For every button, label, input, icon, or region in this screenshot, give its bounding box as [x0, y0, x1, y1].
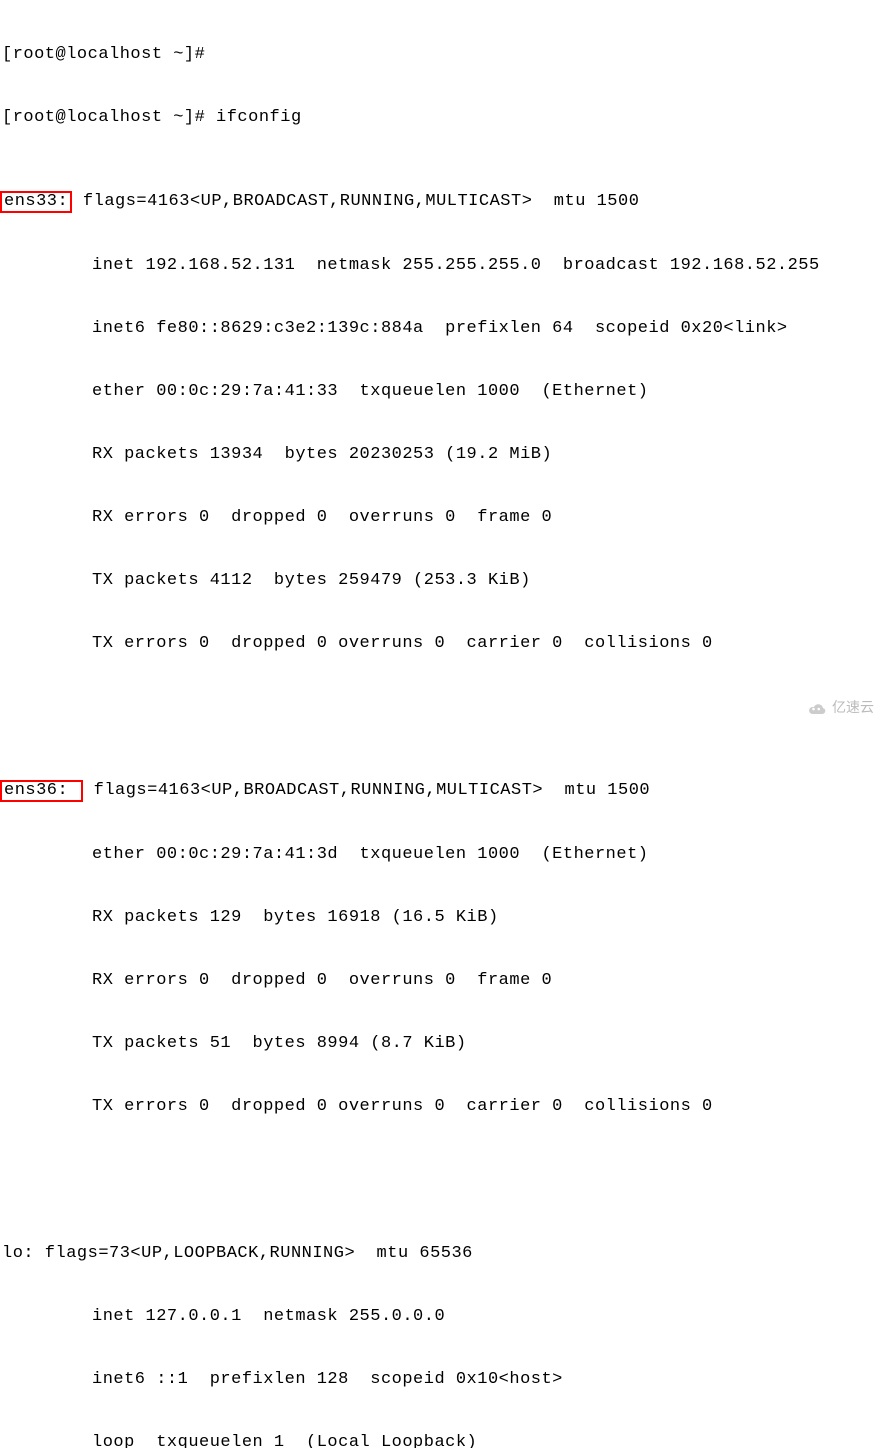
ens33-rx-errors: RX errors 0 dropped 0 overruns 0 frame 0 — [2, 507, 882, 528]
ens33-inet6: inet6 fe80::8629:c3e2:139c:884a prefixle… — [2, 318, 882, 339]
lo-loop: loop txqueuelen 1 (Local Loopback) — [2, 1432, 882, 1448]
terminal-output: [root@localhost ~]# [root@localhost ~]# … — [2, 2, 882, 1448]
ens36-flags: flags=4163<UP,BROADCAST,RUNNING,MULTICAS… — [94, 781, 651, 800]
ens33-tx-packets: TX packets 4112 bytes 259479 (253.3 KiB) — [2, 570, 882, 591]
watermark: 亿速云 — [806, 697, 874, 718]
prompt-command-line: [root@localhost ~]# ifconfig — [2, 107, 882, 128]
ens36-ether: ether 00:0c:29:7a:41:3d txqueuelen 1000 … — [2, 844, 882, 865]
ens36-rx-errors: RX errors 0 dropped 0 overruns 0 frame 0 — [2, 970, 882, 991]
blank-line — [2, 696, 882, 717]
ens33-tx-errors: TX errors 0 dropped 0 overruns 0 carrier… — [2, 633, 882, 654]
ens36-tx-errors: TX errors 0 dropped 0 overruns 0 carrier… — [2, 1096, 882, 1117]
watermark-text: 亿速云 — [832, 697, 874, 718]
cloud-icon — [806, 701, 828, 715]
lo-inet: inet 127.0.0.1 netmask 255.0.0.0 — [2, 1306, 882, 1327]
prompt-line: [root@localhost ~]# — [2, 44, 882, 65]
ens33-interface-name: ens33: — [0, 191, 72, 213]
ens33-ether: ether 00:0c:29:7a:41:33 txqueuelen 1000 … — [2, 381, 882, 402]
ens33-inet: inet 192.168.52.131 netmask 255.255.255.… — [2, 255, 882, 276]
blank-line — [2, 1159, 882, 1180]
ens36-tx-packets: TX packets 51 bytes 8994 (8.7 KiB) — [2, 1033, 882, 1054]
ens36-rx-packets: RX packets 129 bytes 16918 (16.5 KiB) — [2, 907, 882, 928]
lo-header-line: lo: flags=73<UP,LOOPBACK,RUNNING> mtu 65… — [2, 1243, 882, 1264]
lo-inet6: inet6 ::1 prefixlen 128 scopeid 0x10<hos… — [2, 1369, 882, 1390]
ens33-rx-packets: RX packets 13934 bytes 20230253 (19.2 Mi… — [2, 444, 882, 465]
ens33-header-line: ens33: flags=4163<UP,BROADCAST,RUNNING,M… — [2, 191, 882, 213]
ens33-flags: flags=4163<UP,BROADCAST,RUNNING,MULTICAS… — [83, 192, 640, 211]
ens36-interface-name: ens36: — [0, 780, 83, 802]
ens36-header-line: ens36: flags=4163<UP,BROADCAST,RUNNING,M… — [2, 780, 882, 802]
